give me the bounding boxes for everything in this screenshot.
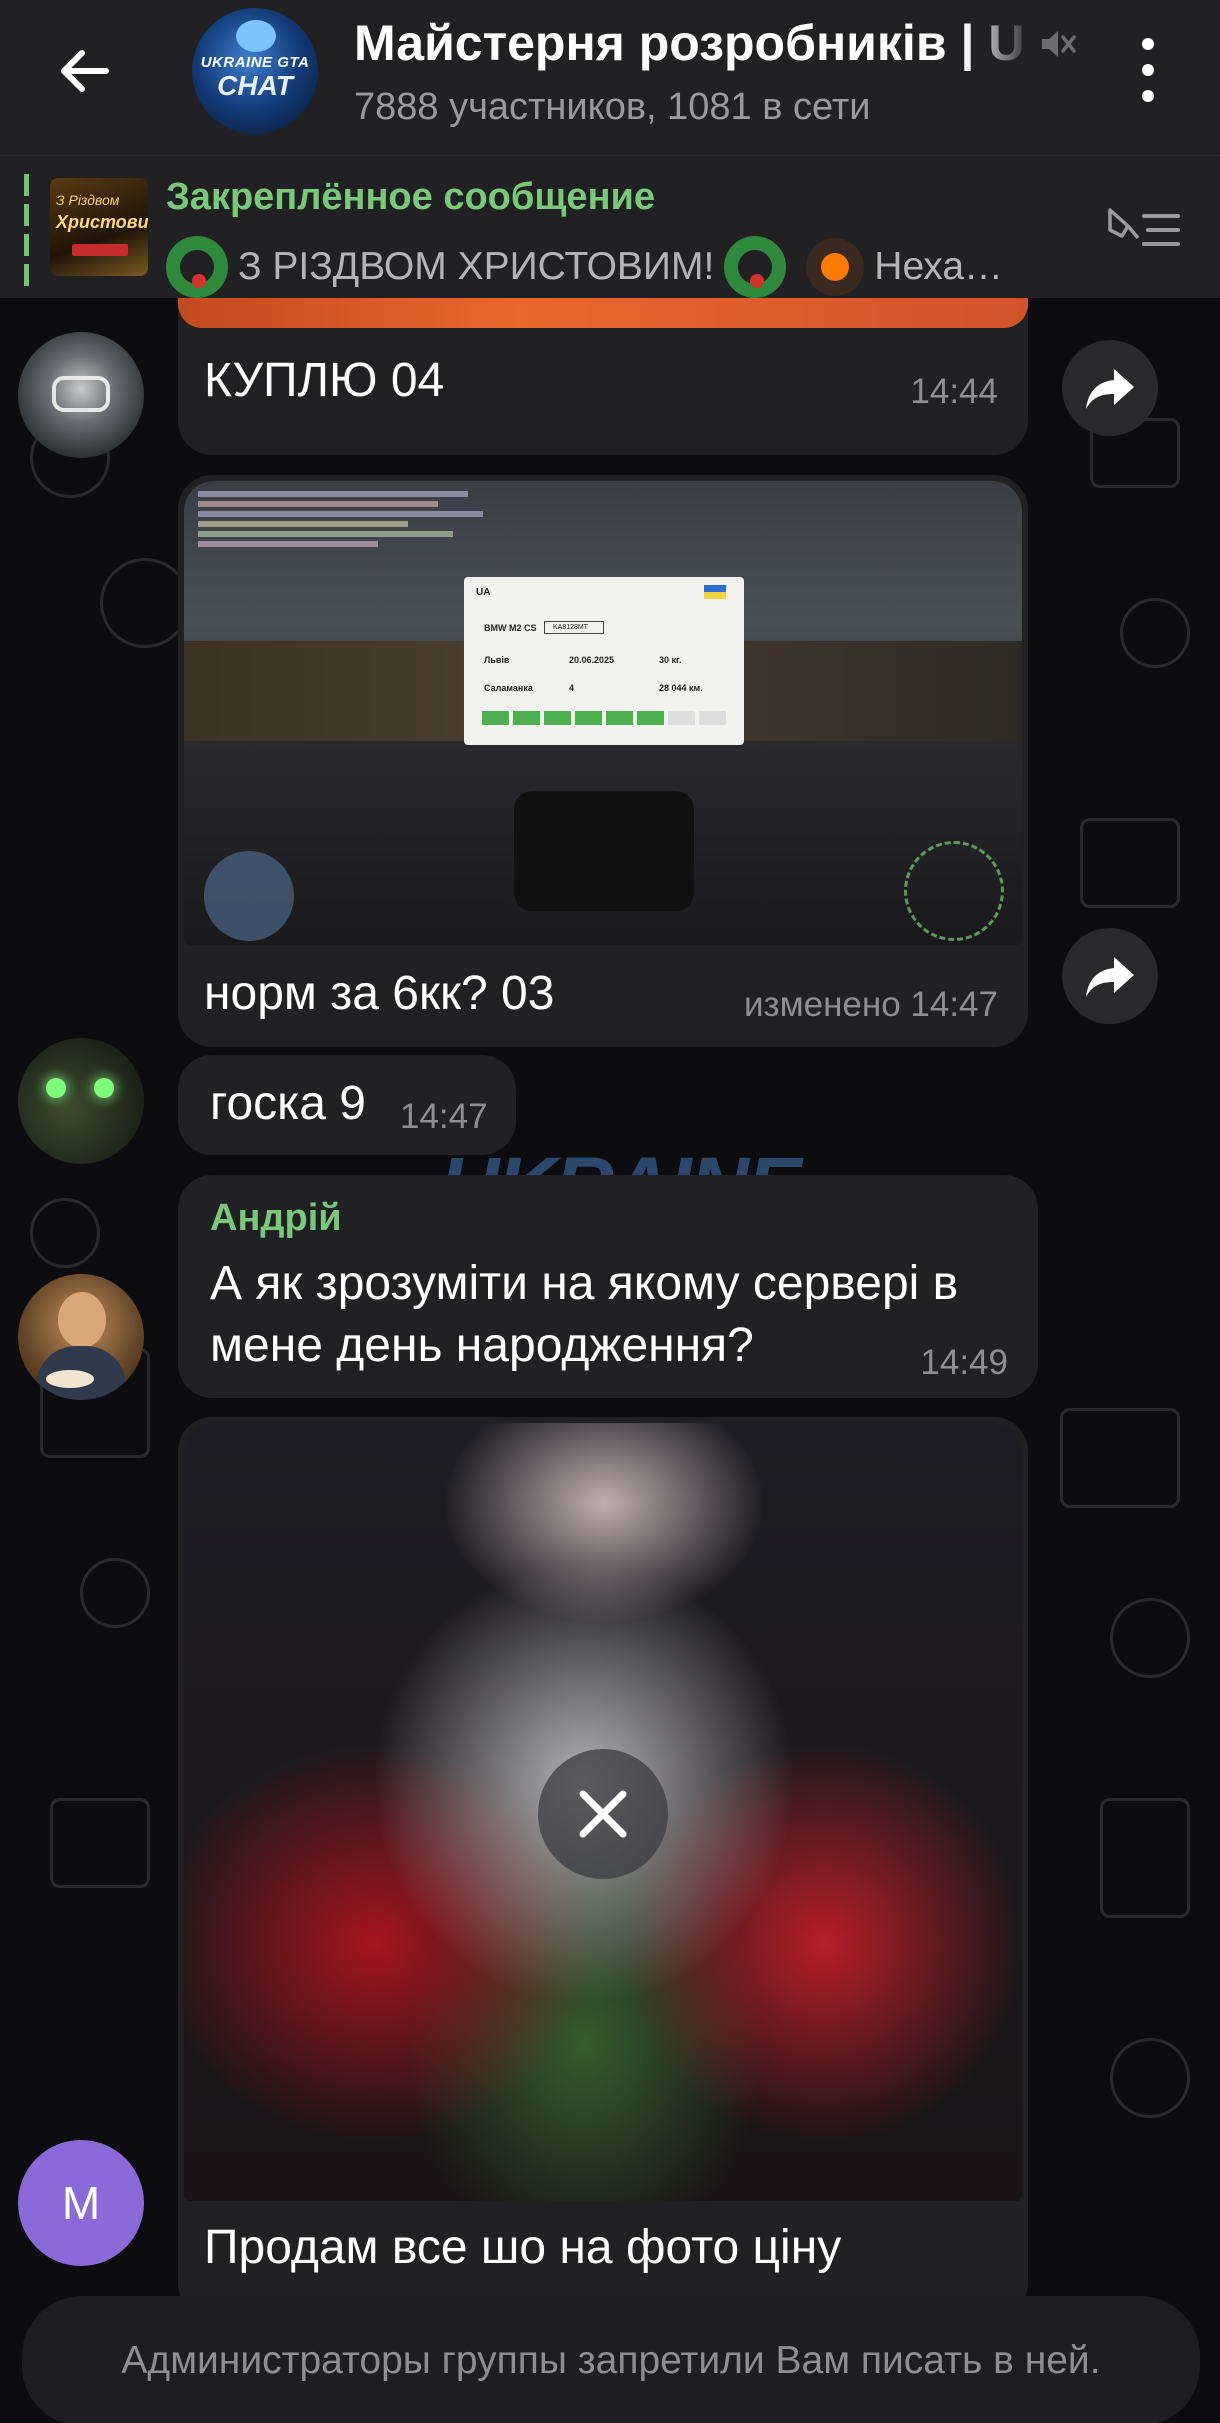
doodle-square: [1060, 1408, 1180, 1508]
avatar-initial: M: [61, 2177, 101, 2229]
screenshot-chat-log: [198, 491, 498, 581]
blurred-photo[interactable]: [184, 1423, 1022, 2201]
message-text: норм за 6кк? 03: [204, 967, 555, 1020]
group-avatar[interactable]: UKRAINE GTA CHAT: [192, 8, 318, 134]
ukraine-flag-icon: [704, 585, 726, 599]
message-time: 14:44: [910, 372, 998, 411]
thumb-line1: З Різдвом: [56, 192, 120, 208]
cancel-download-button[interactable]: [538, 1749, 668, 1879]
card-country: UA: [476, 587, 491, 598]
thumb-ribbon: [72, 244, 128, 256]
message-bubble[interactable]: КУПЛЮ 04 14:44: [178, 298, 1028, 455]
card-plate: KA8128MT: [544, 621, 604, 634]
wreath-icon: [724, 236, 787, 298]
close-icon: [579, 1790, 627, 1838]
unpin-list-icon[interactable]: [1104, 200, 1184, 260]
pinned-title: Закреплённое сообщение: [166, 176, 656, 218]
avatar[interactable]: [18, 1274, 144, 1400]
message-time: 14:47: [400, 1097, 488, 1136]
message-bubble[interactable]: госка 9 14:47: [178, 1055, 516, 1155]
chat-title[interactable]: Майстерня розробників | U: [354, 14, 1034, 72]
chat-subtitle: 7888 участников, 1081 в сети: [354, 86, 871, 128]
doodle-circle: [80, 1558, 150, 1628]
forward-button[interactable]: [1062, 340, 1158, 436]
more-menu-button[interactable]: [1128, 38, 1168, 102]
card-date: 20.06.2025: [569, 655, 615, 665]
sender-name[interactable]: Андрій: [210, 1197, 342, 1240]
dot: [1142, 64, 1154, 76]
game-screenshot[interactable]: UA BMW M2 CS KA8128MT Львів 20.06.2025 3…: [184, 481, 1022, 945]
card-seats: 4: [569, 683, 575, 693]
screenshot-minimap: [204, 851, 294, 941]
doodle-circle: [1110, 2038, 1190, 2118]
message-text: госка 9: [210, 1077, 366, 1130]
dot: [1142, 90, 1154, 102]
image-preview-bottom: [178, 298, 1028, 328]
avatar-image: [52, 376, 110, 412]
chat-bubble-icon: [236, 20, 276, 52]
avatar-image: [58, 1292, 106, 1348]
message-text: КУПЛЮ 04: [204, 354, 445, 407]
card-city: Львів: [484, 655, 510, 665]
avatar-image: [94, 1078, 114, 1098]
orange-circle-icon: [806, 238, 865, 296]
card-badges: [482, 711, 726, 725]
avatar-letter[interactable]: M: [18, 2140, 144, 2266]
avatar-logo-bottom: CHAT: [217, 70, 293, 101]
avatar[interactable]: [18, 332, 144, 458]
pinned-message-bar[interactable]: З Різдвом Христовим! Закреплённое сообще…: [0, 155, 1220, 298]
doodle-square: [50, 1798, 150, 1888]
share-arrow-icon: [1086, 369, 1134, 409]
avatar-logo-top: UKRAINE GTA: [200, 54, 310, 71]
thumb-line2: Христовим!: [56, 212, 148, 232]
message-list[interactable]: UKRAINE GTA КУПЛЮ 04 14:44: [0, 298, 1220, 2423]
forward-button[interactable]: [1062, 928, 1158, 1024]
photo-message-bubble[interactable]: UA BMW M2 CS KA8128MT Львів 20.06.2025 3…: [178, 475, 1028, 1047]
message-text: А як зрозуміти на якому сервері в мене д…: [210, 1257, 959, 1372]
wreath-icon: [166, 236, 228, 298]
avatar[interactable]: [18, 1038, 144, 1164]
pinned-text-main: З РІЗДВОМ ХРИСТОВИМ!: [238, 245, 715, 288]
back-button[interactable]: [44, 36, 124, 106]
message-text: Продам все шо на фото ціну: [204, 2221, 842, 2274]
chat-header: UKRAINE GTA CHAT Майстерня розробників |…: [0, 0, 1220, 155]
arrow-left-icon: [61, 50, 109, 92]
pinned-thumbnail: З Різдвом Христовим!: [50, 178, 148, 276]
pinned-text-tail: Неха…: [874, 245, 1004, 288]
avatar-image: [46, 1370, 94, 1388]
avatar-image: [46, 1078, 66, 1098]
doodle-circle: [1120, 598, 1190, 668]
write-restricted-notice: Администраторы группы запретили Вам писа…: [22, 2296, 1200, 2423]
card-car: BMW M2 CS: [484, 623, 537, 633]
notice-text: Администраторы группы запретили Вам писа…: [121, 2339, 1101, 2382]
screenshot-speedometer: [904, 841, 1004, 941]
message-time: изменено 14:47: [743, 985, 998, 1024]
share-arrow-icon: [1086, 957, 1134, 997]
message-time: 14:49: [920, 1343, 1008, 1382]
doodle-circle: [100, 558, 190, 648]
doodle-square: [1100, 1798, 1190, 1918]
pinned-text: З РІЗДВОМ ХРИСТОВИМ! Неха…: [166, 236, 1066, 298]
muted-speaker-icon: [1042, 31, 1076, 57]
card-mileage: 28 044 км.: [659, 683, 703, 693]
doodle-square: [1080, 818, 1180, 908]
screenshot-car: [514, 791, 694, 911]
doodle-circle: [1110, 1598, 1190, 1678]
message-bubble[interactable]: Андрій А як зрозуміти на якому сервері в…: [178, 1175, 1038, 1398]
photo-message-bubble[interactable]: Продам все шо на фото ціну: [178, 1417, 1028, 2317]
card-owner: Саламанка: [484, 683, 533, 693]
dot: [1142, 38, 1154, 50]
pinned-indicator: [24, 174, 29, 286]
doodle-circle: [30, 1198, 100, 1268]
card-weight: 30 кг.: [659, 655, 682, 665]
vehicle-document-card: UA BMW M2 CS KA8128MT Львів 20.06.2025 3…: [464, 577, 744, 745]
